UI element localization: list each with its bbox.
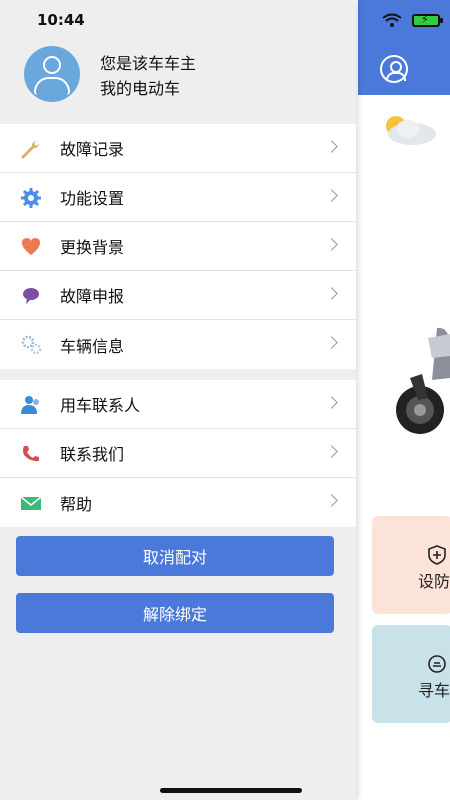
find-car-icon xyxy=(428,655,446,673)
status-icons: ⚡ xyxy=(382,13,443,27)
find-car-card[interactable]: 寻车 xyxy=(372,625,450,723)
menu-label: 故障申报 xyxy=(60,287,125,306)
find-car-card-label: 寻车 xyxy=(418,681,450,700)
weather-cloudy-sun-icon xyxy=(386,116,436,145)
menu-item-function-settings[interactable]: 功能设置 xyxy=(0,173,356,222)
chat-bubble-icon xyxy=(23,288,39,304)
menu-group-main: 故障记录 功能设置 更换背景 故障申报 车辆信息 xyxy=(0,124,356,369)
chevron-right-icon xyxy=(325,494,338,507)
chevron-right-icon xyxy=(325,445,338,458)
menu-item-contacts[interactable]: 用车联系人 xyxy=(0,380,356,429)
menu-label: 联系我们 xyxy=(60,445,125,464)
shield-plus-icon xyxy=(428,545,446,565)
gears-icon xyxy=(21,335,42,355)
menu-item-vehicle-info[interactable]: 车辆信息 xyxy=(0,320,356,369)
mail-icon xyxy=(20,496,42,510)
avatar[interactable] xyxy=(24,46,80,102)
wifi-icon xyxy=(382,13,402,27)
battery-icon: ⚡ xyxy=(412,13,443,27)
side-drawer: 10:44 您是该车车主 我的电动车 故障记录 功能设置 更换背景 故障申报 车… xyxy=(0,0,356,800)
menu-item-contact-us[interactable]: 联系我们 xyxy=(0,429,356,478)
contacts-icon xyxy=(21,396,39,414)
menu-label: 用车联系人 xyxy=(60,396,141,415)
profile-header[interactable]: 您是该车车主 我的电动车 xyxy=(0,38,356,122)
user-icon[interactable] xyxy=(380,55,408,83)
menu-item-fault-records[interactable]: 故障记录 xyxy=(0,124,356,173)
menu-label: 功能设置 xyxy=(60,189,125,208)
owner-status: 您是该车车主 xyxy=(100,54,197,73)
menu-group-support: 用车联系人 联系我们 帮助 xyxy=(0,380,356,527)
heart-icon xyxy=(22,238,40,255)
gear-icon xyxy=(21,188,41,208)
arm-card[interactable]: 设防 xyxy=(372,516,450,614)
menu-label: 车辆信息 xyxy=(60,336,125,356)
chevron-right-icon xyxy=(325,238,338,251)
chevron-right-icon xyxy=(325,189,338,202)
menu-label: 帮助 xyxy=(60,494,93,514)
arm-card-label: 设防 xyxy=(418,572,450,591)
cancel-pairing-button[interactable]: 取消配对 xyxy=(16,536,334,576)
scooter-image xyxy=(396,327,450,434)
chevron-right-icon xyxy=(325,287,338,300)
home-indicator xyxy=(160,788,302,793)
status-time: 10:44 xyxy=(37,11,85,29)
chevron-right-icon xyxy=(325,396,338,409)
menu-label: 故障记录 xyxy=(60,140,125,159)
wrench-icon xyxy=(21,141,39,159)
menu-item-change-background[interactable]: 更换背景 xyxy=(0,222,356,271)
chevron-right-icon xyxy=(325,336,338,349)
unbind-button[interactable]: 解除绑定 xyxy=(16,593,334,633)
menu-label: 更换背景 xyxy=(60,238,125,257)
menu-item-help[interactable]: 帮助 xyxy=(0,478,356,527)
menu-item-fault-report[interactable]: 故障申报 xyxy=(0,271,356,320)
phone-icon xyxy=(23,446,39,462)
chevron-right-icon xyxy=(325,140,338,153)
vehicle-name: 我的电动车 xyxy=(100,79,181,98)
